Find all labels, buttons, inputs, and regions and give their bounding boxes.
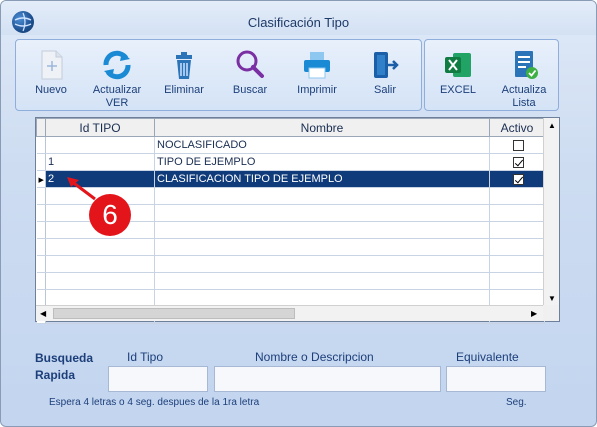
empty-cell[interactable] [36,187,46,205]
print-button-label: Imprimir [297,84,337,96]
empty-cell[interactable] [45,289,155,307]
exit-door-icon [368,48,402,82]
table-row[interactable]: 1 TIPO DE EJEMPLO [36,153,545,171]
delete-button-label: Eliminar [164,84,204,96]
empty-cell[interactable] [36,238,46,256]
id-tipo-input[interactable] [108,366,208,392]
horizontal-scrollbar[interactable]: ◀ ▶ [36,305,544,321]
empty-cell[interactable] [36,204,46,222]
new-button[interactable]: Nuevo [18,44,84,108]
window-title: Clasificación Tipo [247,15,350,30]
search-icon [233,48,267,82]
table-row-empty[interactable] [36,272,545,290]
empty-cell[interactable] [489,221,545,239]
row-selector[interactable] [36,153,46,171]
excel-button-label: EXCEL [439,84,477,96]
cell-nombre[interactable]: NOCLASIFICADO [154,136,490,154]
empty-cell[interactable] [45,272,155,290]
cell-activo[interactable] [489,170,545,188]
empty-cell[interactable] [489,272,545,290]
empty-cell[interactable] [154,221,490,239]
cell-activo[interactable] [489,136,545,154]
scroll-right-arrow-icon[interactable]: ▶ [531,309,537,318]
excel-icon [441,48,475,82]
table-row-empty[interactable] [36,255,545,273]
search-button[interactable]: Buscar [217,44,283,108]
update-list-button-label: Actualiza Lista [501,84,547,109]
cell-activo[interactable] [489,153,545,171]
table-row-empty[interactable] [36,289,545,307]
cell-nombre[interactable]: TIPO DE EJEMPLO [154,153,490,171]
empty-cell[interactable] [36,221,46,239]
current-row-indicator-icon: ▶ [38,177,44,184]
refresh-icon [100,48,134,82]
nombre-descripcion-label: Nombre o Descripcion [255,350,374,364]
window: Clasificación Tipo Nuevo Actualizar VER … [0,0,597,427]
empty-cell[interactable] [45,255,155,273]
title-bar: Clasificación Tipo [1,1,596,35]
new-document-icon [34,48,68,82]
nombre-descripcion-input[interactable] [214,366,441,392]
empty-cell[interactable] [154,255,490,273]
cell-id[interactable]: 1 [45,153,155,171]
empty-cell[interactable] [154,204,490,222]
table-row[interactable]: NOCLASIFICADO [36,136,545,154]
exit-button-label: Salir [373,84,396,96]
empty-cell[interactable] [489,187,545,205]
empty-cell[interactable] [154,238,490,256]
empty-cell[interactable] [45,238,155,256]
row-selector[interactable]: ▶ [36,170,46,188]
update-list-button[interactable]: Actualiza Lista [491,44,557,109]
id-tipo-label: Id Tipo [127,350,164,364]
excel-button[interactable]: EXCEL [425,44,491,108]
annotation-badge: 6 [89,194,131,236]
empty-cell[interactable] [489,255,545,273]
row-selector[interactable] [36,136,46,154]
table-row-empty[interactable] [36,238,545,256]
refresh-button[interactable]: Actualizar VER [84,44,150,109]
quick-search-label-line1: Busqueda [35,351,94,365]
empty-cell[interactable] [36,289,46,307]
cell-nombre[interactable]: CLASIFICACION TIPO DE EJEMPLO [154,170,490,188]
empty-cell[interactable] [154,187,490,205]
vertical-scrollbar[interactable]: ▲ ▼ [543,118,559,306]
empty-cell[interactable] [489,204,545,222]
scroll-up-arrow-icon[interactable]: ▲ [548,121,556,130]
empty-cell[interactable] [36,272,46,290]
search-button-label: Buscar [232,84,268,96]
trash-icon [167,48,201,82]
quick-search-label-line2: Rapida [35,368,76,382]
seconds-label: Seg. [506,397,527,408]
delete-button[interactable]: Eliminar [151,44,217,108]
scroll-down-arrow-icon[interactable]: ▼ [548,294,556,303]
column-header-nombre[interactable]: Nombre [154,118,490,137]
horizontal-scroll-thumb[interactable] [53,308,295,319]
empty-cell[interactable] [154,289,490,307]
new-button-label: Nuevo [35,84,67,96]
toolbar: Nuevo Actualizar VER Eliminar Buscar Imp… [15,39,422,111]
empty-cell[interactable] [154,272,490,290]
activo-checkbox[interactable] [512,156,524,168]
row-selector-header [36,118,46,137]
empty-cell[interactable] [489,238,545,256]
refresh-button-label: Actualizar VER [92,84,142,109]
column-header-activo[interactable]: Activo [489,118,545,137]
equivalente-input[interactable] [446,366,546,392]
column-header-id[interactable]: Id TIPO [45,118,155,137]
scrollbar-corner [543,305,559,321]
equivalente-label: Equivalente [456,350,519,364]
empty-cell[interactable] [489,289,545,307]
table-row[interactable]: ▶ 2 CLASIFICACION TIPO DE EJEMPLO [36,170,545,188]
empty-cell[interactable] [36,255,46,273]
cell-id[interactable] [45,136,155,154]
toolbar-export: EXCEL Actualiza Lista [424,39,559,111]
activo-checkbox[interactable] [512,139,524,151]
exit-button[interactable]: Salir [352,44,418,108]
printer-icon [300,48,334,82]
print-button[interactable]: Imprimir [284,44,350,108]
search-hint: Espera 4 letras o 4 seg. despues de la 1… [49,397,260,408]
scroll-left-arrow-icon[interactable]: ◀ [40,309,46,318]
activo-checkbox[interactable] [512,173,524,185]
checked-document-icon [507,48,541,82]
